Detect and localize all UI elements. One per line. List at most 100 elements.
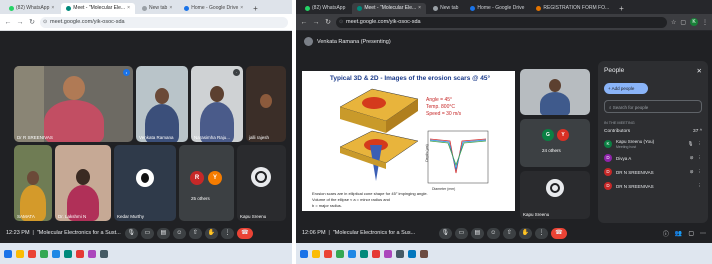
new-tab-icon[interactable]: + [616,3,627,14]
participant-tile[interactable]: Venkata Ramana [136,66,188,142]
participant-tile[interactable]: jalli rajesh [246,66,286,142]
participant-tile[interactable]: · Narasimha Raju... [191,66,243,142]
bookmark-icon[interactable]: ☆ [671,19,676,26]
tab-drive[interactable]: Home - Google Drive [465,3,529,14]
chrome-icon[interactable] [28,249,36,258]
tab-new[interactable]: New tab [428,3,463,14]
menu-icon[interactable]: ⋮ [702,19,708,26]
raise-hand-icon[interactable]: ✋ [204,227,218,239]
more-icon[interactable]: ⋮ [534,227,548,239]
more-icon[interactable]: ⋮ [220,227,234,239]
extensions-icon[interactable]: ▢ [680,19,686,26]
people-icon[interactable]: 👥 [675,230,682,237]
participant-tile[interactable]: Dr. Lakshmi N [55,145,111,221]
word-icon[interactable] [348,249,356,258]
back-icon[interactable]: ← [4,19,12,26]
new-tab-icon[interactable]: + [250,3,261,14]
add-people-button[interactable]: + Add people [604,83,648,94]
camera-icon[interactable]: ▭ [454,227,468,239]
self-tile[interactable]: Kapu Sreenu [237,145,286,221]
search-people-input[interactable]: ⌕ Search for people [604,100,702,113]
forward-icon[interactable]: → [312,19,320,26]
excel-icon[interactable] [360,249,368,258]
tab-registration[interactable]: REGISTRATION FORM FO... [531,3,614,14]
more-icon[interactable]: ⋮ [698,169,703,175]
tab-meet[interactable]: Meet - "Molecular Ele... × [352,3,427,14]
close-icon[interactable]: × [51,3,54,14]
person-row[interactable]: D DR N SREENIVAS ⋮ [604,179,702,193]
chrome-icon[interactable] [324,249,332,258]
windows-taskbar [0,243,292,264]
tab-whatsapp[interactable]: (82) WhatsApp × [4,3,59,14]
person-row[interactable]: D Divya A ⊘ ⋮ [604,151,702,165]
person-row[interactable]: K Kapu Sreenu (You) Meeting host 🎙 ⋮ [604,137,702,151]
leave-call-button[interactable]: ☎ [550,227,567,239]
app-icon[interactable] [396,249,404,258]
close-icon[interactable]: × [418,3,421,14]
reload-icon[interactable]: ↻ [28,18,36,26]
more-icon[interactable]: ⋮ [698,141,703,147]
forward-icon[interactable]: → [16,19,24,26]
url-field[interactable]: meet.google.com/yik-osoc-sda [40,16,288,28]
app-icon[interactable] [336,249,344,258]
self-tile[interactable]: Kapu Sreenu [520,171,590,219]
pdf-icon[interactable] [372,249,380,258]
avatar-mark [550,183,560,193]
tab-drive[interactable]: Home - Google Drive × [179,3,248,14]
meet-grid: • Dr R SREENIVAS Venkata Ramana · Narasi… [0,31,292,243]
activities-icon[interactable]: ⋯ [700,230,706,237]
app-icon[interactable] [40,249,48,258]
start-icon[interactable] [300,249,308,258]
tab-new[interactable]: New tab × [137,3,177,14]
captions-icon[interactable]: ▤ [470,227,484,239]
more-icon[interactable]: ⋮ [698,183,703,189]
emoji-icon[interactable]: ☺ [172,227,186,239]
camera-icon[interactable]: ▭ [140,227,154,239]
url-field[interactable]: meet.google.com/yik-osoc-sda [336,16,667,28]
app-icon[interactable] [420,249,428,258]
contributors-header[interactable]: Contributors 37 ^ [604,129,702,134]
mic-off-icon: ⊘ [689,169,694,174]
background-person [14,66,44,142]
participant-tile[interactable]: • Dr R SREENIVAS [14,66,133,142]
tab-strip: (82) WhatsApp Meet - "Molecular Ele... × … [296,0,712,14]
others-tile[interactable]: G Y 24 others [520,119,590,167]
start-icon[interactable] [4,249,12,258]
explorer-icon[interactable] [312,249,320,258]
present-icon[interactable]: ⇧ [188,227,202,239]
present-icon[interactable]: ⇧ [502,227,516,239]
leave-call-button[interactable]: ☎ [236,227,253,239]
close-icon[interactable]: × [169,3,172,14]
raise-hand-icon[interactable]: ✋ [518,227,532,239]
word-icon[interactable] [52,249,60,258]
app-icon[interactable] [408,249,416,258]
more-icon[interactable]: ⋮ [698,155,703,161]
info-icon[interactable]: ⓘ [663,229,669,238]
mic-icon[interactable]: 🎙 [124,227,138,239]
back-icon[interactable]: ← [300,19,308,26]
tab-whatsapp[interactable]: (82) WhatsApp [300,3,350,14]
pdf-icon[interactable] [76,249,84,258]
chat-icon[interactable]: ▢ [688,230,694,237]
others-tile[interactable]: R Y 25 others [179,145,234,221]
app-icon[interactable] [384,249,392,258]
participant-tile[interactable] [520,69,590,115]
explorer-icon[interactable] [16,249,24,258]
close-icon[interactable]: × [240,3,243,14]
app-icon[interactable] [88,249,96,258]
excel-icon[interactable] [64,249,72,258]
profile-avatar[interactable]: K [690,18,698,26]
tab-meet[interactable]: Meet - "Molecular Ele... × [61,3,135,14]
app-icon[interactable] [100,249,108,258]
reload-icon[interactable]: ↻ [324,18,332,26]
close-icon[interactable]: ✕ [697,67,702,75]
participant-name: jalli rajesh [249,135,270,140]
participant-tile[interactable]: Kedar Murthy [114,145,176,221]
participant-tile[interactable]: SAMATA [14,145,52,221]
close-icon[interactable]: × [127,3,130,14]
clock: 12:06 PM [302,230,326,236]
captions-icon[interactable]: ▤ [156,227,170,239]
person-row[interactable]: D DR N SREENIVAS ⊘ ⋮ [604,165,702,179]
mic-icon[interactable]: 🎙 [438,227,452,239]
emoji-icon[interactable]: ☺ [486,227,500,239]
